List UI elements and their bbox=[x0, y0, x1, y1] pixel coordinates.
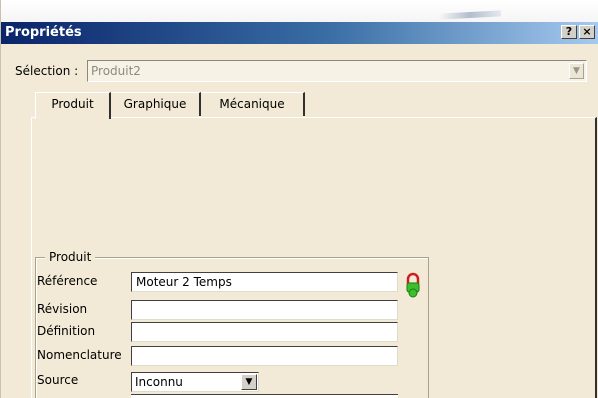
nomenclature-input[interactable] bbox=[131, 346, 398, 366]
nomenclature-label: Nomenclature bbox=[37, 348, 122, 362]
selection-value: Produit2 bbox=[91, 64, 141, 78]
source-value: Inconnu bbox=[135, 375, 183, 389]
chevron-down-icon[interactable]: ▼ bbox=[569, 63, 584, 79]
definition-input[interactable] bbox=[131, 322, 398, 342]
lock-icon[interactable] bbox=[405, 272, 421, 298]
next-field-edge bbox=[131, 394, 398, 398]
properties-dialog: Propriétés ? × Sélection : Produit2 ▼ Pr… bbox=[0, 0, 598, 398]
background-strip bbox=[1, 0, 598, 22]
tab-mecanique[interactable]: Mécanique bbox=[201, 92, 305, 116]
tab-graphique[interactable]: Graphique bbox=[111, 92, 201, 116]
tab-produit-label: Produit bbox=[51, 97, 94, 111]
revision-input[interactable] bbox=[131, 300, 398, 320]
reference-label: Référence bbox=[37, 274, 98, 288]
produit-group-title: Produit bbox=[45, 250, 96, 264]
reference-input[interactable] bbox=[131, 272, 398, 292]
tab-graphique-label: Graphique bbox=[123, 97, 187, 111]
source-label: Source bbox=[37, 373, 79, 387]
window-title: Propriétés bbox=[5, 25, 82, 40]
close-button[interactable]: × bbox=[579, 25, 595, 39]
definition-label: Définition bbox=[37, 324, 96, 338]
selection-dropdown[interactable]: Produit2 ▼ bbox=[87, 60, 587, 82]
tab-produit[interactable]: Produit bbox=[35, 92, 111, 119]
tab-mecanique-label: Mécanique bbox=[219, 97, 285, 111]
help-button[interactable]: ? bbox=[561, 25, 577, 39]
title-bar[interactable]: Propriétés ? × bbox=[1, 22, 598, 44]
source-dropdown[interactable]: Inconnu ▼ bbox=[131, 372, 259, 392]
revision-label: Révision bbox=[37, 302, 88, 316]
selection-label: Sélection : bbox=[15, 64, 79, 78]
chevron-down-icon[interactable]: ▼ bbox=[241, 374, 257, 390]
